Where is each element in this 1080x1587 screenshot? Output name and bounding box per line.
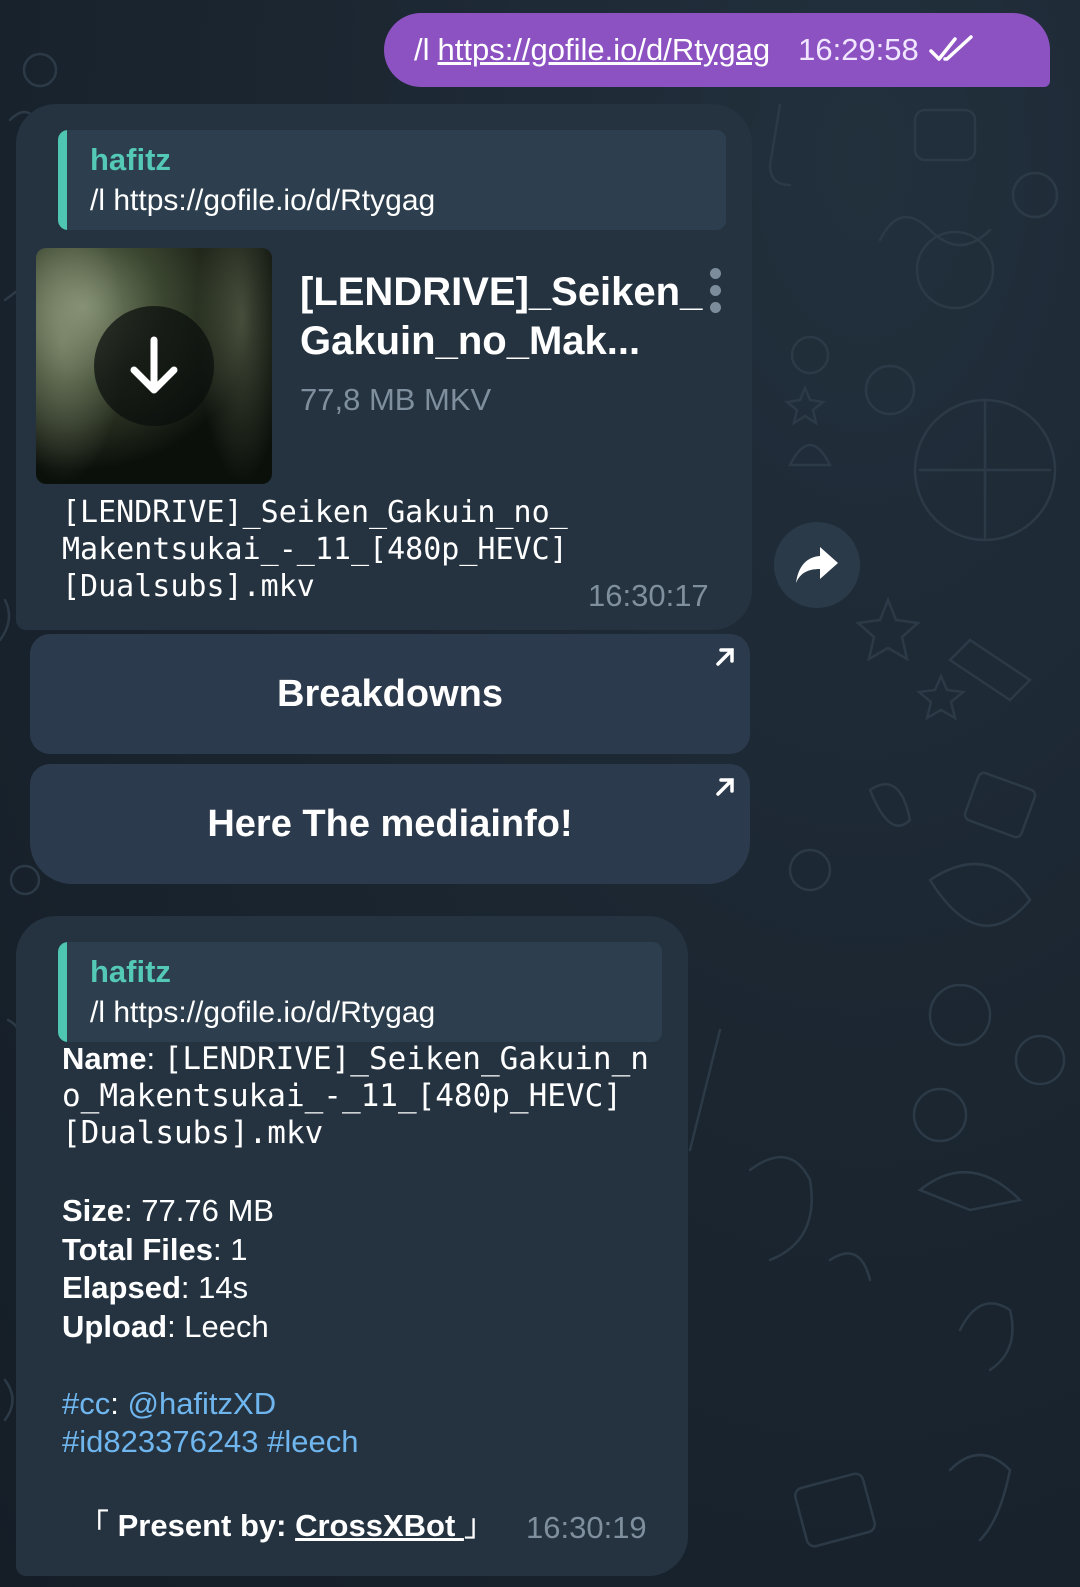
caption-line: Makentsukai_-_11_[480p_HEVC] [62, 532, 568, 567]
name-field: Name: [LENDRIVE]_Seiken_Gakuin_n o_Maken… [62, 1041, 649, 1151]
mediainfo-button-label: Here The mediainfo! [207, 802, 573, 845]
forward-button[interactable] [774, 522, 860, 608]
reply-sender-name: hafitz [90, 142, 171, 177]
outgoing-command: /l [414, 32, 430, 67]
size-label: Size [62, 1193, 125, 1228]
cc-user-mention[interactable]: @hafitzXD [127, 1386, 276, 1421]
upload-value: Leech [184, 1308, 269, 1344]
stats-block: Size: 77.76 MB Total Files: 1 Elapsed: 1… [62, 1193, 274, 1344]
download-arrow-icon [130, 336, 178, 394]
total-files-value: 1 [230, 1231, 248, 1267]
outgoing-message-bubble[interactable]: /l https://gofile.io/d/Rtygag 16:29:58 [384, 13, 1050, 87]
message-timestamp: 16:30:19 [526, 1510, 647, 1545]
mediainfo-button[interactable]: Here The mediainfo! [30, 764, 750, 884]
total-files-label: Total Files [62, 1231, 214, 1267]
file-title: [LENDRIVE]_Seiken_ Gakuin_no_Mak... [300, 268, 703, 366]
file-title-line: [LENDRIVE]_Seiken_ [300, 270, 703, 314]
file-size-type: 77,8 MB MKV [300, 382, 492, 417]
leech-hashtag[interactable]: #leech [267, 1424, 358, 1459]
breakdowns-button[interactable]: Breakdowns [30, 634, 750, 754]
id-hashtag[interactable]: #id823376243 [62, 1424, 259, 1459]
external-link-arrow-icon [716, 648, 734, 666]
reply-preview[interactable]: hafitz /l https://gofile.io/d/Rtygag [58, 942, 662, 1042]
file-caption: [LENDRIVE]_Seiken_Gakuin_no_ Makentsukai… [62, 494, 568, 605]
elapsed-label: Elapsed [62, 1270, 181, 1305]
caption-line: [LENDRIVE]_Seiken_Gakuin_no_ [62, 495, 568, 530]
external-link-arrow-icon [716, 778, 734, 796]
credit-bracket-open: 「 [78, 1508, 118, 1543]
size-value: 77.76 MB [141, 1193, 274, 1228]
elapsed-value: 14s [198, 1270, 249, 1305]
caption-line: [Dualsubs].mkv [62, 569, 315, 604]
breakdowns-button-label: Breakdowns [277, 672, 503, 715]
cc-hashtag[interactable]: #cc [62, 1386, 110, 1421]
credit-bracket-close: 」 [463, 1508, 495, 1543]
name-value-line: [LENDRIVE]_Seiken_Gakuin_n [163, 1041, 649, 1077]
reply-sender-name: hafitz [90, 954, 171, 989]
tags-block: #cc: @hafitzXD #id823376243 #leech [62, 1386, 359, 1459]
upload-label: Upload [62, 1308, 168, 1344]
reply-preview[interactable]: hafitz /l https://gofile.io/d/Rtygag [58, 130, 726, 230]
credit-label: Present by: [117, 1508, 287, 1543]
message-timestamp: 16:30:17 [588, 578, 709, 613]
reply-text: /l https://gofile.io/d/Rtygag [90, 184, 436, 217]
more-options-icon[interactable] [710, 268, 726, 316]
forward-icon [796, 547, 838, 583]
credit-bot-link[interactable]: CrossXBot [295, 1508, 464, 1543]
name-value-line: [Dualsubs].mkv [62, 1115, 324, 1151]
double-check-icon [929, 35, 973, 61]
file-thumbnail[interactable] [36, 248, 272, 484]
file-title-line: Gakuin_no_Mak... [300, 319, 641, 363]
name-label: Name [62, 1041, 147, 1076]
outgoing-timestamp: 16:29:58 [798, 32, 919, 67]
reply-text: /l https://gofile.io/d/Rtygag [90, 996, 436, 1029]
download-button[interactable] [94, 306, 214, 426]
outgoing-link[interactable]: https://gofile.io/d/Rtygag [438, 32, 771, 68]
name-value-line: o_Makentsukai_-_11_[480p_HEVC] [62, 1078, 622, 1114]
credit-line: 「 Present by: CrossXBot 」 [78, 1500, 495, 1545]
